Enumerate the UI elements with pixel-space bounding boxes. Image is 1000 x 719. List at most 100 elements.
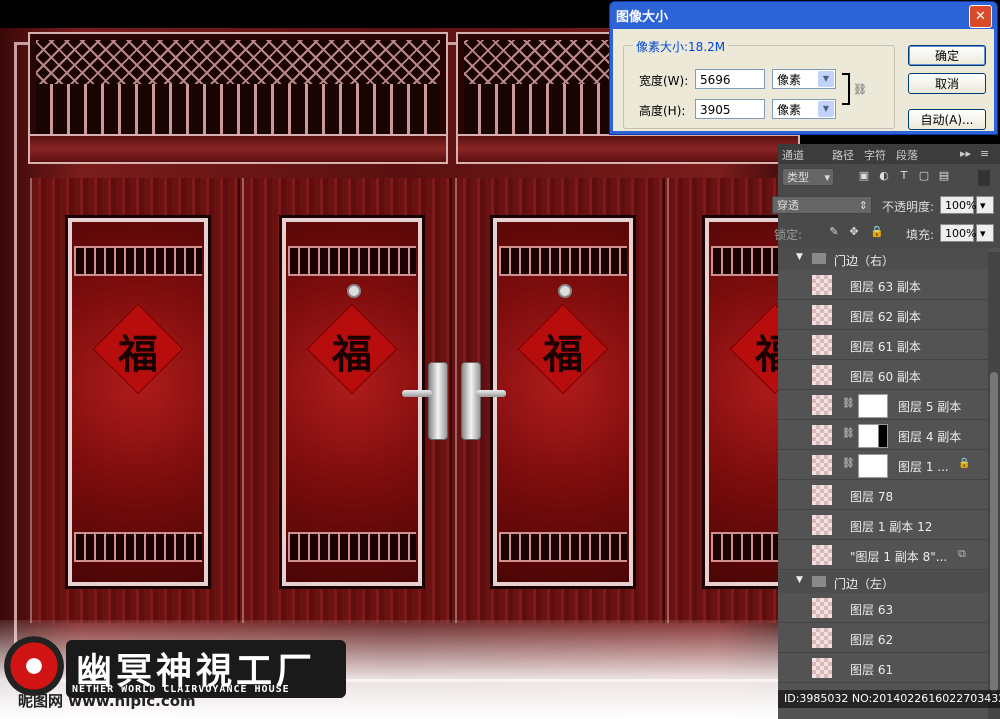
panel-menu-icon[interactable]: ≡ — [980, 147, 989, 160]
link-icon[interactable]: ⛓ — [842, 458, 855, 469]
lock-pixels-icon[interactable]: ✎ — [828, 226, 840, 238]
layer-thumbnail — [812, 658, 832, 678]
lock-label: 锁定: — [774, 228, 803, 242]
layer-thumbnail — [812, 485, 832, 505]
constrain-bracket — [842, 73, 850, 105]
layer-name: 图层 62 — [850, 633, 894, 647]
lock-position-icon[interactable]: ✥ — [848, 226, 860, 238]
tab-paragraph[interactable]: 段落 — [896, 147, 918, 163]
close-icon[interactable]: ✕ — [969, 5, 992, 28]
fill-dropdown-icon[interactable]: ▾ — [976, 224, 994, 242]
fret-band-top — [288, 246, 416, 276]
layer-row[interactable]: "图层 1 副本 8"... ⧉ — [778, 541, 988, 570]
layers-scrollbar[interactable] — [988, 252, 1000, 719]
smart-object-filter-icon[interactable]: ▤ — [938, 170, 950, 182]
fret-band-bottom — [288, 532, 416, 562]
layer-group-right[interactable]: ▼ 门边（右） — [778, 248, 988, 270]
layer-row[interactable]: ⛓ 图层 4 副本 — [778, 421, 988, 450]
layer-row[interactable]: ⛓ 图层 5 副本 — [778, 391, 988, 420]
auto-button[interactable]: 自动(A)... — [908, 109, 986, 130]
scrollbar-thumb[interactable] — [990, 372, 998, 692]
fret-band-bottom — [499, 532, 627, 562]
width-unit-select[interactable]: 像素 ▼ — [772, 69, 836, 89]
layer-group-left[interactable]: ▼ 门边（左） — [778, 571, 988, 593]
layer-name: 图层 61 — [850, 663, 894, 677]
layer-mask-thumbnail[interactable] — [858, 394, 888, 418]
height-unit-value: 像素 — [777, 103, 802, 117]
layer-row[interactable]: 图层 1 副本 12 — [778, 511, 988, 540]
filter-row: 类型 ▾ ▣ ◐ T ▢ ▤ — [778, 164, 1000, 192]
door-handle-left — [428, 362, 448, 440]
layer-row[interactable]: 图层 61 — [778, 654, 988, 683]
fu-character: 福 — [118, 331, 158, 378]
fret-band-bottom — [74, 532, 202, 562]
layer-row[interactable]: 图层 78 — [778, 481, 988, 510]
fu-character: 福 — [543, 331, 583, 378]
door-leaf-3: 福 — [455, 178, 665, 623]
chevron-down-icon: ▾ — [824, 171, 830, 184]
lock-all-icon[interactable]: 🔒 — [870, 226, 884, 238]
peephole — [347, 284, 361, 298]
dialog-title: 图像大小 — [616, 10, 669, 25]
tab-character[interactable]: 字符 — [864, 147, 886, 163]
triangle-down-icon[interactable]: ▼ — [796, 252, 803, 262]
adjustment-filter-icon[interactable]: ◐ — [878, 170, 890, 182]
door-panel: 福 — [490, 215, 636, 589]
layer-thumbnail — [812, 425, 832, 445]
layer-row[interactable]: 图层 63 — [778, 594, 988, 623]
layer-name: 图层 1 ... — [898, 460, 949, 474]
door-leaf-1: 福 — [30, 178, 240, 623]
blend-mode-select[interactable]: 穿透 ⇕ — [772, 196, 872, 214]
opacity-dropdown-icon[interactable]: ▾ — [976, 196, 994, 214]
peephole — [558, 284, 572, 298]
fret-band-top — [499, 246, 627, 276]
layer-thumbnail — [812, 515, 832, 535]
shape-filter-icon[interactable]: ▢ — [918, 170, 930, 182]
kind-filter-select[interactable]: 类型 ▾ — [782, 168, 834, 186]
layer-group-name: 门边（右） — [834, 254, 895, 268]
layer-name: 图层 60 副本 — [850, 370, 921, 384]
layer-name: "图层 1 副本 8"... — [850, 550, 948, 564]
layer-name: 图层 78 — [850, 490, 894, 504]
layers-panel: 通道 路径 字符 段落 ▸▸ ≡ 类型 ▾ ▣ ◐ T ▢ ▤ 穿透 ⇕ 不透明… — [772, 144, 1000, 719]
layer-row[interactable]: 图层 63 副本 — [778, 271, 988, 300]
fret-band-top — [74, 246, 202, 276]
image-filter-icon[interactable]: ▣ — [858, 170, 870, 182]
layer-group-name: 门边（左） — [834, 577, 895, 591]
door-lever-left — [402, 390, 432, 397]
panel-expand-icon[interactable]: ▸▸ — [960, 147, 971, 160]
triangle-down-icon[interactable]: ▼ — [796, 575, 803, 585]
tab-channels[interactable]: 通道 — [782, 147, 804, 163]
filter-toggle[interactable] — [978, 170, 990, 186]
layer-thumbnail — [812, 275, 832, 295]
width-input[interactable]: 5696 — [695, 69, 765, 89]
cancel-button[interactable]: 取消 — [908, 73, 986, 94]
chevron-down-icon[interactable]: ▼ — [818, 71, 834, 87]
layer-thumbnail — [812, 628, 832, 648]
layer-row[interactable]: 图层 62 — [778, 624, 988, 653]
layer-mask-thumbnail[interactable] — [858, 454, 888, 478]
smart-object-icon: ⧉ — [958, 547, 966, 560]
layer-row[interactable]: ⛓ 图层 1 ... 🔒 — [778, 451, 988, 480]
chevron-down-icon: ⇕ — [858, 199, 868, 212]
type-filter-icon[interactable]: T — [898, 170, 910, 182]
lattice-rail — [458, 134, 798, 162]
tab-paths[interactable]: 路径 — [832, 147, 854, 163]
transom-lattice-left — [28, 32, 448, 164]
layer-name: 图层 61 副本 — [850, 340, 921, 354]
ok-button[interactable]: 确定 — [908, 45, 986, 66]
layer-row[interactable]: 图层 61 副本 — [778, 331, 988, 360]
link-icon[interactable]: ⛓ — [842, 398, 855, 409]
layer-row[interactable]: 图层 62 副本 — [778, 301, 988, 330]
door-panel: 福 — [65, 215, 211, 589]
chevron-down-icon[interactable]: ▼ — [818, 101, 834, 117]
fill-input[interactable]: 100% — [940, 224, 976, 242]
site-watermark: 昵图网 www.nipic.com — [18, 692, 196, 710]
link-icon[interactable]: ⛓ — [842, 428, 855, 439]
layer-mask-thumbnail[interactable] — [858, 424, 888, 448]
opacity-input[interactable]: 100% — [940, 196, 976, 214]
layer-thumbnail — [812, 545, 832, 565]
height-unit-select[interactable]: 像素 ▼ — [772, 99, 836, 119]
layer-row[interactable]: 图层 60 副本 — [778, 361, 988, 390]
height-input[interactable]: 3905 — [695, 99, 765, 119]
